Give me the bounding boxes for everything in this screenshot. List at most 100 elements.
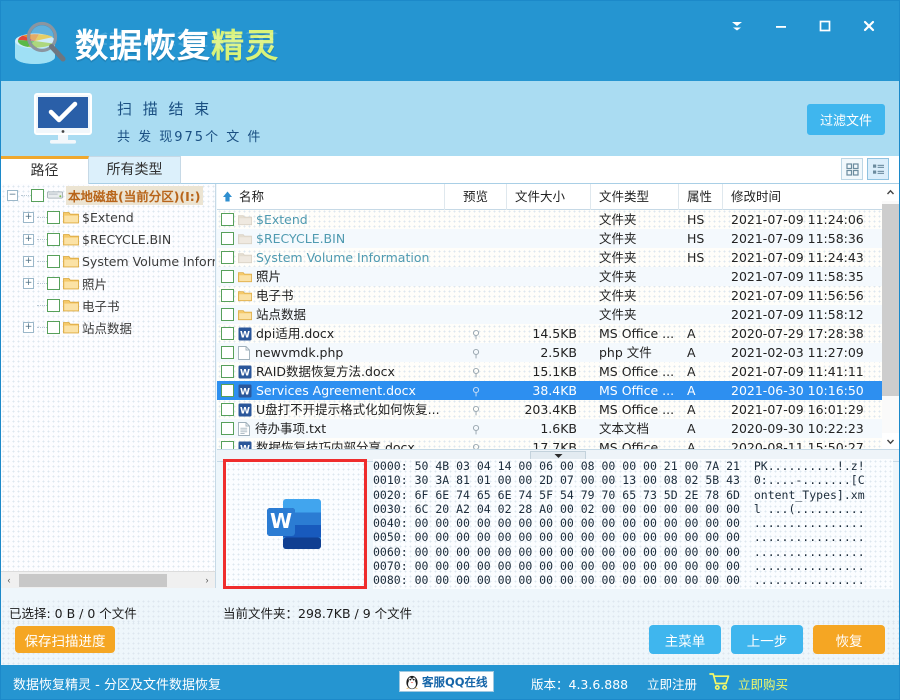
cell-name[interactable]: $Extend (217, 210, 445, 229)
row-checkbox[interactable] (221, 384, 234, 397)
table-row[interactable]: 站点数据 文件夹 2021-07-09 11:58:12 (217, 305, 899, 324)
row-checkbox[interactable] (221, 289, 234, 302)
tree-expander-icon[interactable]: + (23, 255, 34, 267)
cell-name[interactable]: W U盘打不开提示格式化如何恢复... (217, 400, 445, 419)
table-row[interactable]: newvmdk.php ⚲ 2.5KB php 文件 A 2021-02-03 11:27… (217, 343, 899, 362)
shopping-cart-icon[interactable] (709, 672, 730, 694)
tree-item-checkbox[interactable] (47, 298, 60, 312)
cell-name[interactable]: Wdpi适用.docx (217, 324, 445, 343)
tree-item-4[interactable]: + 照片 (1, 272, 215, 294)
column-header-type[interactable]: 文件类型 (591, 184, 679, 210)
cell-preview[interactable] (445, 305, 507, 324)
tree-item-checkbox[interactable] (47, 276, 60, 290)
previous-step-button[interactable]: 上一步 (731, 625, 803, 654)
recover-button[interactable]: 恢复 (813, 625, 885, 654)
register-now-link[interactable]: 立即注册 (647, 674, 697, 693)
cell-name[interactable]: W Services Agreement.docx (217, 381, 445, 400)
cell-name[interactable]: 站点数据 (217, 305, 445, 324)
tree-scroll-right-button[interactable]: › (199, 573, 215, 588)
preview-magnifier-icon[interactable]: ⚲ (472, 442, 480, 449)
table-row[interactable]: W RAID数据恢复方法.docx ⚲ 15.1KB MS Office ... A 202… (217, 362, 899, 381)
buy-now-link[interactable]: 立即购买 (738, 674, 788, 693)
row-checkbox[interactable] (221, 327, 234, 340)
main-menu-button[interactable]: 主菜单 (649, 625, 721, 654)
preview-magnifier-icon[interactable]: ⚲ (472, 423, 480, 436)
cell-name[interactable]: W RAID数据恢复方法.docx (217, 362, 445, 381)
tree-item-checkbox[interactable] (47, 254, 60, 268)
cell-preview[interactable]: ⚲ (445, 400, 507, 419)
table-row[interactable]: 电子书 文件夹 2021-07-09 11:56:56 (217, 286, 899, 305)
table-row[interactable]: $Extend 文件夹 HS 2021-07-09 11:24:06 (217, 210, 899, 229)
cell-preview[interactable] (445, 286, 507, 305)
tree-item-1[interactable]: + $Extend (1, 206, 215, 228)
tree-item-checkbox[interactable] (47, 320, 60, 334)
cell-preview[interactable]: ⚲ (445, 419, 507, 438)
row-checkbox[interactable] (221, 251, 234, 264)
cell-name[interactable]: $RECYCLE.BIN (217, 229, 445, 248)
row-checkbox[interactable] (221, 441, 234, 449)
cell-name[interactable]: System Volume Information (217, 248, 445, 267)
column-header-name[interactable]: 名称 (217, 184, 445, 210)
tree-item-5[interactable]: 电子书 (1, 294, 215, 316)
table-row[interactable]: $RECYCLE.BIN 文件夹 HS 2021-07-09 11:58:36 (217, 229, 899, 248)
preview-magnifier-icon[interactable]: ⚲ (472, 385, 480, 398)
tree-item-3[interactable]: + System Volume Inform (1, 250, 215, 272)
column-header-size[interactable]: 文件大小 (507, 184, 591, 210)
column-header-preview[interactable]: 预览 (445, 184, 507, 210)
row-checkbox[interactable] (221, 365, 234, 378)
maximize-button[interactable] (805, 9, 845, 43)
cell-preview[interactable] (445, 248, 507, 267)
cell-preview[interactable] (445, 267, 507, 286)
file-list-panel[interactable]: 名称 预览 文件大小 文件类型 属性 修改时间 $Extend 文件夹 HS 2021… (217, 184, 899, 450)
cell-name[interactable]: 电子书 (217, 286, 445, 305)
table-row[interactable]: 待办事项.txt ⚲ 1.6KB 文本文档 A 2020-09-30 10:22:23 (217, 419, 899, 438)
cell-preview[interactable]: ⚲ (445, 343, 507, 362)
qq-support-button[interactable]: 客服QQ在线 (399, 671, 494, 692)
cell-name[interactable]: W 数据恢复技巧内部分享.docx (217, 438, 445, 449)
cell-preview[interactable]: ⚲ (445, 438, 507, 449)
file-list-scroll-down-button[interactable] (882, 433, 899, 449)
file-list-scroll-thumb[interactable] (882, 204, 899, 396)
cell-preview[interactable]: ⚲ (445, 362, 507, 381)
tree-expander-icon[interactable]: + (23, 277, 34, 289)
file-list-vertical-scrollbar[interactable] (882, 184, 899, 449)
tree-scroll-thumb[interactable] (19, 573, 167, 587)
collapse-to-tray-button[interactable] (717, 9, 757, 43)
hex-viewer-panel[interactable]: 0000: 50 4B 03 04 14 00 06 00 08 00 00 0… (373, 459, 893, 589)
tree-expander-icon[interactable]: + (23, 211, 34, 223)
tree-item-6[interactable]: + 站点数据 (1, 316, 215, 338)
table-row[interactable]: W Services Agreement.docx ⚲ 38.4KB MS Office… (217, 381, 899, 400)
tree-item-checkbox[interactable] (47, 232, 60, 246)
minimize-button[interactable] (761, 9, 801, 43)
grid-view-button[interactable] (841, 158, 863, 180)
file-list-scroll-track[interactable] (882, 201, 899, 433)
preview-magnifier-icon[interactable]: ⚲ (472, 328, 480, 341)
table-row[interactable]: 照片 文件夹 2021-07-09 11:58:35 (217, 267, 899, 286)
preview-magnifier-icon[interactable]: ⚲ (472, 347, 480, 360)
row-checkbox[interactable] (221, 403, 234, 416)
close-button[interactable] (849, 9, 889, 43)
row-checkbox[interactable] (221, 422, 234, 435)
table-row[interactable]: System Volume Information 文件夹 HS 2021-07-09… (217, 248, 899, 267)
tree-scroll-left-button[interactable]: ‹ (1, 573, 17, 588)
save-scan-progress-button[interactable]: 保存扫描进度 (15, 626, 115, 653)
row-checkbox[interactable] (221, 346, 234, 359)
tree-expander-icon[interactable]: + (23, 321, 34, 333)
tree-item-2[interactable]: + $RECYCLE.BIN (1, 228, 215, 250)
cell-name[interactable]: newvmdk.php (217, 343, 445, 362)
tree-horizontal-scrollbar[interactable]: ‹ › (1, 571, 216, 588)
tree-item-0[interactable]: − 本地磁盘(当前分区)(I:) (1, 184, 215, 206)
cell-preview[interactable]: ⚲ (445, 381, 507, 400)
row-checkbox[interactable] (221, 213, 234, 226)
tree-collapse-icon[interactable]: − (7, 189, 18, 201)
cell-preview[interactable]: ⚲ (445, 324, 507, 343)
cell-name[interactable]: 待办事项.txt (217, 419, 445, 438)
file-preview-box[interactable]: W (223, 459, 367, 589)
filter-files-button[interactable]: 过滤文件 (806, 104, 885, 135)
preview-magnifier-icon[interactable]: ⚲ (472, 366, 480, 379)
table-row[interactable]: Wdpi适用.docx ⚲ 14.5KB MS Office ... A 2020-07-… (217, 324, 899, 343)
column-header-attr[interactable]: 属性 (679, 184, 723, 210)
column-header-time[interactable]: 修改时间 (723, 184, 883, 210)
cell-preview[interactable] (445, 210, 507, 229)
row-checkbox[interactable] (221, 308, 234, 321)
